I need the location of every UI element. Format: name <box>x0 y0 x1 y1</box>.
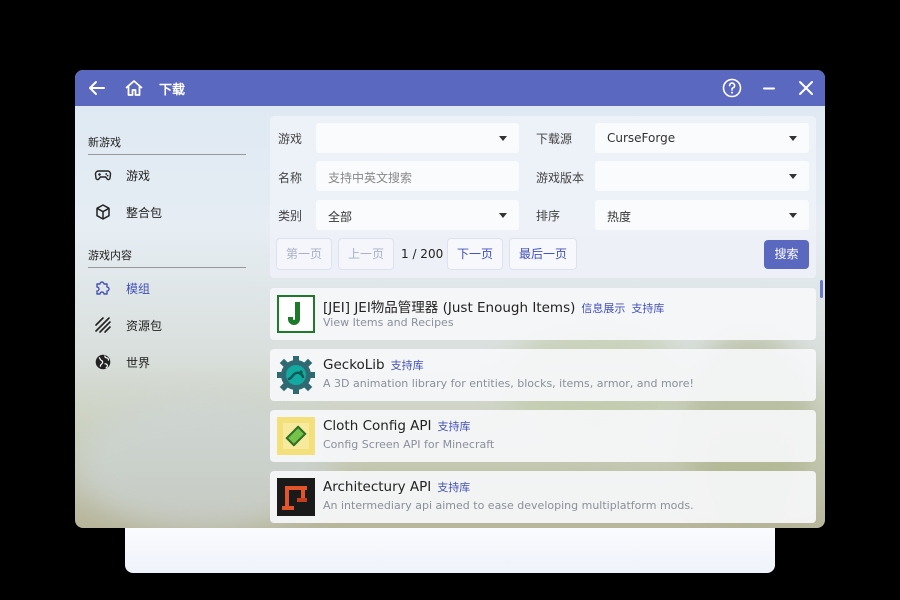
chevron-down-icon <box>789 213 797 218</box>
last-page-button[interactable]: 最后一页 <box>509 238 577 270</box>
mod-tag[interactable]: 信息展示 <box>581 302 625 315</box>
name-search-input[interactable]: 支持中英文搜索 <box>316 161 519 191</box>
chevron-down-icon <box>499 213 507 218</box>
filter-panel: 游戏 下载源 CurseForge 名称 支持中英文搜索 游戏版本 类别 全部 … <box>270 116 816 278</box>
minimize-icon[interactable] <box>758 77 780 99</box>
window-title: 下载 <box>159 83 186 98</box>
close-icon[interactable] <box>795 77 817 99</box>
sidebar-item-label: 整合包 <box>126 206 163 220</box>
sort-select[interactable]: 热度 <box>595 200 809 230</box>
title-bar: 下载 <box>75 70 825 106</box>
chevron-down-icon <box>789 136 797 141</box>
section-heading-game-content: 游戏内容 <box>88 247 246 268</box>
package-icon <box>96 204 110 220</box>
category-select[interactable]: 全部 <box>316 200 519 230</box>
sidebar-item-label: 世界 <box>126 356 151 370</box>
sidebar-item-mods[interactable]: 模组 <box>88 274 243 302</box>
category-select-value: 全部 <box>328 210 353 224</box>
filter-label-sort: 排序 <box>536 209 561 223</box>
mod-list-item[interactable]: [JEI] JEI物品管理器 (Just Enough Items) 信息展示 支持… <box>270 288 816 340</box>
arrow-left-icon[interactable] <box>86 77 108 99</box>
mod-description: A 3D animation library for entities, blo… <box>323 377 694 390</box>
search-button[interactable]: 搜索 <box>764 240 809 269</box>
mod-tag[interactable]: 支持库 <box>391 359 424 372</box>
mod-tag[interactable]: 支持库 <box>437 481 470 494</box>
filter-label-category: 类别 <box>278 209 303 223</box>
source-select[interactable]: CurseForge <box>595 123 809 153</box>
jei-logo-icon <box>277 295 315 333</box>
first-page-button[interactable]: 第一页 <box>276 238 332 270</box>
filter-label-game-version: 游戏版本 <box>536 171 585 185</box>
sidebar-item-games[interactable]: 游戏 <box>88 161 243 189</box>
mod-list-item[interactable]: Cloth Config API 支持库 Config Screen API fo… <box>270 410 816 462</box>
game-select[interactable] <box>316 123 519 153</box>
sidebar-item-label: 资源包 <box>126 319 163 333</box>
home-icon[interactable] <box>123 77 145 99</box>
download-window: 下载 新游戏 游戏 整合包 游戏内容 模组 资源包 世界 游戏 下载源 Curs… <box>75 70 825 528</box>
mod-list-item[interactable]: GeckoLib 支持库 A 3D animation library for e… <box>270 349 816 401</box>
mod-description: Config Screen API for Minecraft <box>323 438 495 451</box>
chevron-down-icon <box>499 136 507 141</box>
help-circle-icon[interactable] <box>721 77 743 99</box>
prev-page-button[interactable]: 上一页 <box>338 238 394 270</box>
mod-title: Cloth Config API 支持库 <box>323 418 471 434</box>
mod-title-text: Cloth Config API <box>323 418 432 434</box>
next-page-button[interactable]: 下一页 <box>447 238 503 270</box>
sidebar-item-label: 游戏 <box>126 169 151 183</box>
mod-tag[interactable]: 支持库 <box>631 302 664 315</box>
mod-tag[interactable]: 支持库 <box>438 420 471 433</box>
mod-title-text: GeckoLib <box>323 357 385 373</box>
puzzle-icon <box>96 281 110 295</box>
mod-description: View Items and Recipes <box>323 316 454 329</box>
chevron-down-icon <box>789 174 797 179</box>
name-search-placeholder: 支持中英文搜索 <box>328 171 413 185</box>
mod-title: GeckoLib 支持库 <box>323 357 424 373</box>
mod-title: Architectury API 支持库 <box>323 479 470 495</box>
sidebar-item-worlds[interactable]: 世界 <box>88 348 243 376</box>
sidebar-item-label: 模组 <box>126 282 151 296</box>
sidebar-item-resource-packs[interactable]: 资源包 <box>88 311 243 339</box>
mod-title-text: [JEI] JEI物品管理器 (Just Enough Items) <box>323 300 576 316</box>
page-indicator: 1 / 200 <box>401 247 444 261</box>
section-heading-new-game: 新游戏 <box>88 134 246 155</box>
architectury-logo-icon <box>277 478 315 516</box>
globe-icon <box>95 354 111 370</box>
source-select-value: CurseForge <box>607 131 676 145</box>
game-version-select[interactable] <box>595 161 809 191</box>
filter-label-name: 名称 <box>278 171 303 185</box>
mod-description: An intermediary api aimed to ease develo… <box>323 499 694 512</box>
filter-label-source: 下载源 <box>536 132 573 146</box>
cloth-config-logo-icon <box>277 417 315 455</box>
filter-label-game: 游戏 <box>278 132 303 146</box>
sidebar: 新游戏 游戏 整合包 游戏内容 模组 资源包 世界 <box>75 106 255 528</box>
sort-select-value: 热度 <box>607 210 632 224</box>
texture-icon <box>95 317 111 333</box>
mod-title: [JEI] JEI物品管理器 (Just Enough Items) 信息展示 支持… <box>323 296 664 316</box>
mod-list-item[interactable]: Architectury API 支持库 An intermediary api … <box>270 471 816 523</box>
geckolib-logo-icon <box>277 356 315 394</box>
gamepad-icon <box>94 170 112 181</box>
scrollbar-thumb[interactable] <box>820 280 823 298</box>
mod-title-text: Architectury API <box>323 479 432 495</box>
sidebar-item-modpacks[interactable]: 整合包 <box>88 198 243 226</box>
